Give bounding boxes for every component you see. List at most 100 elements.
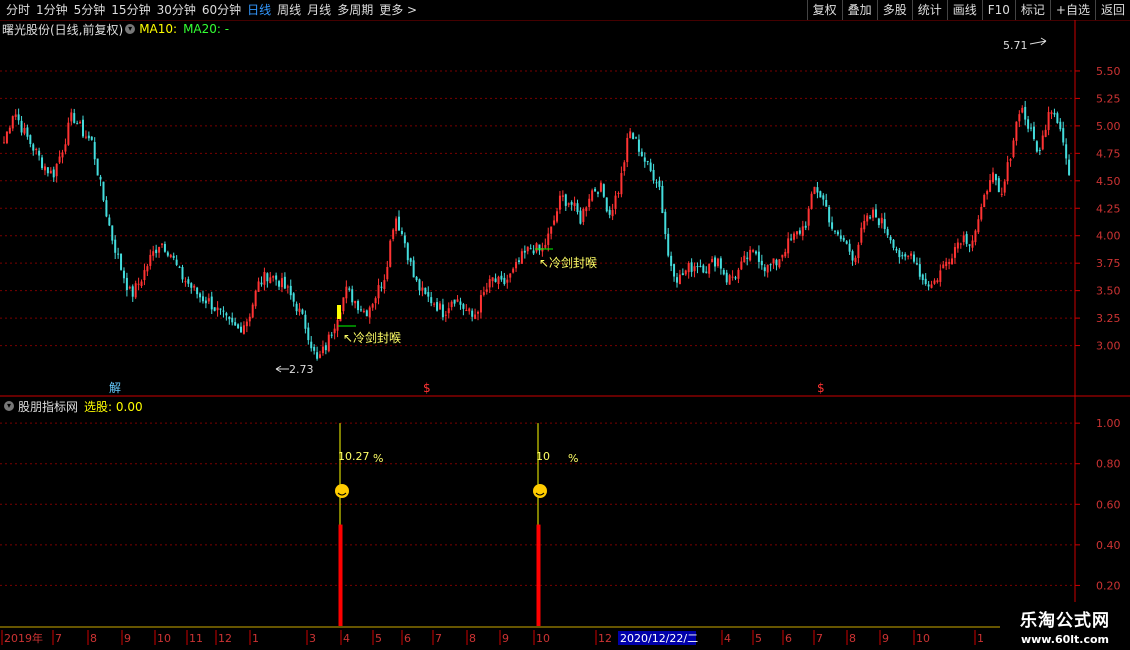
candle-body bbox=[728, 275, 731, 285]
candle-body bbox=[163, 244, 166, 252]
candle-body bbox=[620, 173, 623, 195]
x-tick-label: 5 bbox=[755, 632, 762, 645]
candle-body bbox=[99, 176, 102, 180]
candle-body bbox=[41, 157, 44, 169]
candle-body bbox=[576, 203, 579, 213]
candle-body bbox=[883, 219, 886, 230]
candle-body bbox=[523, 250, 526, 253]
candle-body bbox=[772, 258, 775, 264]
candle-body bbox=[20, 120, 23, 133]
candle-body bbox=[166, 252, 169, 256]
candle-body bbox=[784, 251, 787, 257]
candle-body bbox=[204, 300, 207, 304]
candle-body bbox=[892, 239, 895, 248]
candle-body bbox=[898, 250, 901, 258]
x-tick-label: 8 bbox=[90, 632, 97, 645]
candle-body bbox=[936, 280, 939, 283]
signal-bar bbox=[536, 524, 541, 626]
candle-body bbox=[52, 169, 55, 178]
candle-body bbox=[602, 184, 605, 197]
candle-body bbox=[503, 277, 506, 285]
candle-body bbox=[766, 264, 769, 273]
candle-body bbox=[693, 266, 696, 272]
candle-body bbox=[924, 278, 927, 284]
candle-body bbox=[851, 251, 854, 261]
candle-body bbox=[5, 131, 8, 144]
candle-body bbox=[942, 264, 945, 269]
candle-body bbox=[8, 127, 11, 134]
candle-body bbox=[623, 162, 626, 172]
candle-body bbox=[17, 114, 20, 121]
candle-body bbox=[570, 202, 573, 205]
candle-body bbox=[263, 271, 266, 285]
candle-body bbox=[418, 279, 421, 291]
chevron-down-icon[interactable]: ▾ bbox=[125, 24, 136, 34]
candle-body bbox=[79, 121, 82, 124]
candle-body bbox=[643, 157, 646, 162]
price-tick-label: 4.25 bbox=[1096, 202, 1121, 215]
candle-body bbox=[848, 243, 851, 252]
candle-body bbox=[836, 231, 839, 235]
price-tick-label: 5.00 bbox=[1096, 120, 1121, 133]
candle-body bbox=[178, 266, 181, 268]
candle-body bbox=[225, 313, 228, 316]
candle-body bbox=[860, 227, 863, 243]
chart-canvas[interactable]: 5.50 5.25 5.00 4.75 4.50 4.25 4.00 3.75 3.50 3.25… bbox=[0, 0, 1130, 650]
candle-body bbox=[1024, 106, 1027, 120]
price-tick-label: 3.25 bbox=[1096, 312, 1121, 325]
candle-body bbox=[874, 209, 877, 218]
candle-body bbox=[465, 310, 468, 312]
candle-body bbox=[983, 194, 986, 208]
candle-body bbox=[398, 216, 401, 231]
signal-value-label: 10 bbox=[536, 450, 550, 463]
candle-body bbox=[991, 172, 994, 183]
candle-body bbox=[234, 322, 237, 326]
candle-body bbox=[275, 275, 278, 280]
price-tick-label: 3.50 bbox=[1096, 285, 1121, 298]
candle-body bbox=[196, 287, 199, 295]
candle-body bbox=[810, 193, 813, 209]
candle-body bbox=[240, 326, 243, 333]
candle-body bbox=[73, 113, 76, 123]
candle-body bbox=[462, 304, 465, 309]
candle-body bbox=[278, 281, 281, 287]
candle-body bbox=[392, 229, 395, 240]
candle-body bbox=[257, 281, 260, 292]
x-tick-label: 6 bbox=[404, 632, 411, 645]
candle-body bbox=[444, 314, 447, 316]
candle-body bbox=[804, 225, 807, 228]
candle-body bbox=[368, 307, 371, 318]
candle-body bbox=[193, 285, 196, 288]
candle-body bbox=[111, 225, 114, 241]
candle-body bbox=[831, 222, 834, 229]
candle-body bbox=[910, 253, 913, 256]
candle-body bbox=[245, 321, 248, 327]
candle-body bbox=[201, 296, 204, 302]
candle-body bbox=[989, 180, 992, 192]
candle-body bbox=[915, 263, 918, 265]
chevron-down-icon[interactable]: ▾ bbox=[4, 401, 14, 411]
x-tick-label: 8 bbox=[469, 632, 476, 645]
candle-body bbox=[459, 301, 462, 305]
pick-label: 选股: 0.00 bbox=[84, 399, 143, 414]
candle-body bbox=[140, 281, 143, 286]
candle-body bbox=[561, 195, 564, 197]
candle-body bbox=[594, 188, 597, 192]
candle-body bbox=[286, 286, 289, 288]
candle-body bbox=[1068, 159, 1071, 175]
high-arrow bbox=[1029, 37, 1047, 46]
candle-body bbox=[822, 195, 825, 200]
candle-body bbox=[1012, 140, 1015, 158]
candle-body bbox=[722, 269, 725, 275]
candle-body bbox=[725, 272, 728, 283]
candle-body bbox=[716, 258, 719, 267]
candle-body bbox=[854, 257, 857, 263]
candle-body bbox=[471, 310, 474, 317]
candle-body bbox=[678, 274, 681, 285]
x-tick-label: 3 bbox=[309, 632, 316, 645]
candle-body bbox=[1062, 128, 1065, 143]
candle-body bbox=[494, 278, 497, 282]
candle-body bbox=[901, 255, 904, 257]
candle-body bbox=[216, 307, 219, 311]
candle-body bbox=[579, 210, 582, 224]
